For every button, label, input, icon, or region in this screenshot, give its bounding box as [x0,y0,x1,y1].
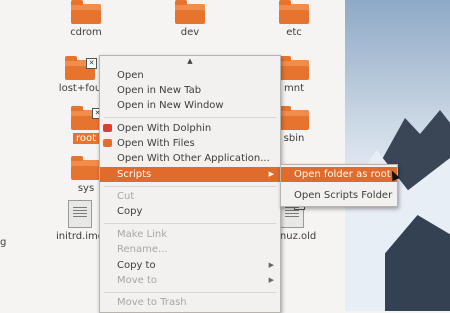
menu-item-label: Move to Trash [117,297,187,308]
menu-item-make-link[interactable]: Make Link [100,227,280,242]
file-label: initrd.img [56,231,105,242]
context-menu: ▲ Open Open in New Tab Open in New Windo… [99,55,281,313]
dolphin-icon [103,124,112,132]
folder-lost-found[interactable]: ✕ lost+fou [56,56,104,94]
submenu-arrow-icon: ▶ [268,170,274,178]
menu-item-open-new-window[interactable]: Open in New Window [100,98,280,113]
menu-item-label: Open [117,70,144,81]
submenu-item-label: Open folder as root [294,169,391,180]
menu-separator [104,186,276,187]
menu-item-rename[interactable]: Rename... [100,242,280,257]
folder-icon [71,0,101,24]
menu-item-label: Open in New Window [117,100,224,111]
folder-icon [279,0,309,24]
menu-separator [104,223,276,224]
menu-item-move-to[interactable]: Move to ▶ [100,273,280,288]
menu-separator [104,117,276,118]
menu-item-cut[interactable]: Cut [100,189,280,204]
folder-label: cdrom [70,27,102,38]
partial-file-label: g [0,237,7,248]
files-icon [103,139,112,147]
menu-item-label: Move to [117,275,158,286]
file-initrd[interactable]: initrd.img [56,200,104,242]
menu-separator [104,292,276,293]
scroll-up-arrow-icon[interactable]: ▲ [100,56,280,66]
submenu-arrow-icon: ▶ [268,276,274,284]
folder-label: etc [286,27,302,38]
desktop-wallpaper [345,0,450,311]
folder-cdrom[interactable]: cdrom [62,0,110,38]
submenu-arrow-icon: ▶ [268,261,274,269]
folder-icon [175,0,205,24]
menu-item-open[interactable]: Open [100,68,280,83]
menu-item-label: Open With Dolphin [117,123,212,134]
folder-icon: ✕ [65,56,97,80]
folder-icon [279,56,309,80]
menu-item-label: Open in New Tab [117,85,202,96]
folder-label: root [72,133,100,144]
menu-item-copy-to[interactable]: Copy to ▶ [100,258,280,273]
menu-item-label: Copy to [117,260,156,271]
menu-item-label: Open With Other Application... [117,153,270,164]
menu-item-scripts[interactable]: Scripts ▶ [100,167,280,182]
menu-item-label: Copy [117,206,143,217]
menu-item-label: Scripts [117,169,152,180]
scripts-submenu: Open folder as root Open Scripts Folder [280,164,398,207]
locked-badge-icon: ✕ [86,58,97,69]
menu-item-move-to-trash[interactable]: Move to Trash [100,295,280,310]
file-icon [68,200,92,228]
menu-item-label: Cut [117,191,135,202]
menu-item-open-with-other[interactable]: Open With Other Application... [100,151,280,166]
folder-icon: ✕ [71,106,103,130]
submenu-item-open-scripts-folder[interactable]: Open Scripts Folder [281,188,397,203]
menu-item-open-new-tab[interactable]: Open in New Tab [100,83,280,98]
folder-label: dev [180,27,200,38]
folder-dev[interactable]: dev [166,0,214,38]
folder-icon [279,106,309,130]
menu-item-copy[interactable]: Copy [100,204,280,219]
folder-label: lost+fou [58,83,102,94]
menu-item-open-with-dolphin[interactable]: Open With Dolphin [100,121,280,136]
folder-etc[interactable]: etc [270,0,318,38]
folder-icon [71,156,101,180]
submenu-item-label: Open Scripts Folder [294,190,393,201]
menu-item-label: Rename... [117,244,168,255]
menu-item-label: Open With Files [117,138,195,149]
submenu-item-open-folder-as-root[interactable]: Open folder as root [281,167,397,182]
menu-item-open-with-files[interactable]: Open With Files [100,136,280,151]
menu-item-label: Make Link [117,229,167,240]
